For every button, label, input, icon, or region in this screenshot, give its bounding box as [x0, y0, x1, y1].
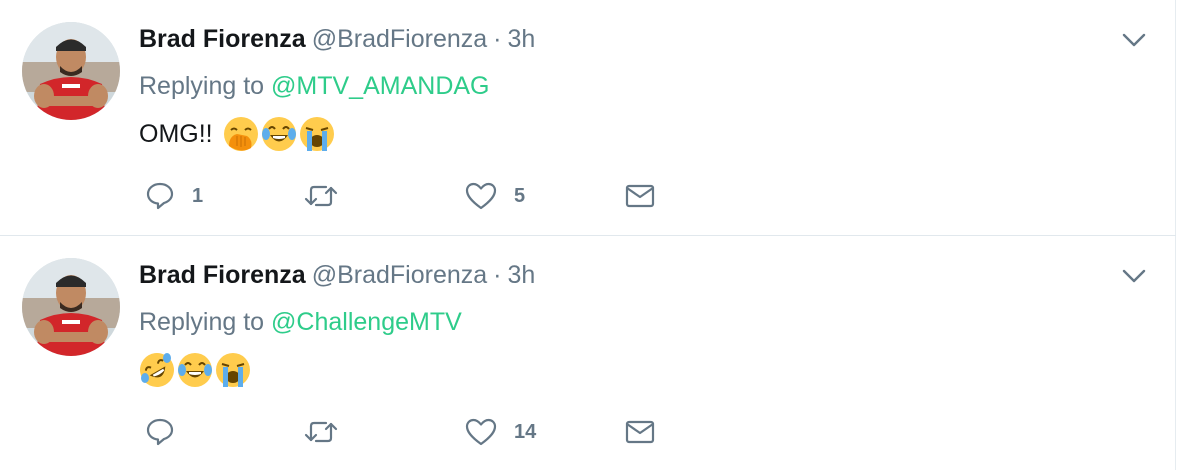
reply-button[interactable]	[144, 412, 192, 452]
timestamp[interactable]: 3h	[507, 25, 535, 53]
direct-message-button[interactable]	[624, 176, 656, 216]
rolling-laughing-emoji	[139, 352, 175, 388]
separator-dot: ·	[493, 25, 502, 53]
display-name[interactable]: Brad Fiorenza	[139, 261, 306, 289]
display-name[interactable]: Brad Fiorenza	[139, 25, 306, 53]
tweet-actions: 1 5	[0, 176, 700, 216]
avatar[interactable]	[22, 258, 120, 356]
replying-label: Replying to	[139, 72, 265, 100]
like-count: 14	[514, 420, 537, 443]
retweet-button[interactable]	[302, 412, 356, 452]
heart-icon	[464, 416, 498, 448]
replying-to-line: Replying to @MTV_AMANDAG	[139, 70, 490, 102]
replying-label: Replying to	[139, 308, 265, 336]
retweet-icon	[302, 180, 340, 212]
reply-icon	[144, 180, 176, 212]
tweet-text	[139, 350, 253, 390]
loudly-crying-emoji	[215, 352, 251, 388]
tweet-body: OMG!!	[139, 119, 213, 148]
reply-count: 1	[192, 184, 204, 207]
avatar[interactable]	[22, 22, 120, 120]
replying-to-line: Replying to @ChallengeMTV	[139, 306, 462, 338]
heart-icon	[464, 180, 498, 212]
chevron-down-icon[interactable]	[1120, 30, 1148, 50]
envelope-icon	[624, 416, 656, 448]
retweet-button[interactable]	[302, 176, 356, 216]
tweet-text: OMG!!	[139, 114, 337, 154]
timestamp[interactable]: 3h	[507, 261, 535, 289]
hand-over-mouth-emoji	[223, 116, 259, 152]
user-handle[interactable]: @BradFiorenza	[312, 261, 487, 289]
mention-link[interactable]: @MTV_AMANDAG	[271, 72, 489, 100]
mention-link[interactable]: @ChallengeMTV	[271, 308, 462, 336]
direct-message-button[interactable]	[624, 412, 656, 452]
reply-button[interactable]: 1	[144, 176, 203, 216]
tweet-actions: 14	[0, 412, 700, 452]
tears-of-joy-emoji	[261, 116, 297, 152]
reply-icon	[144, 416, 176, 448]
like-button[interactable]: 5	[464, 176, 525, 216]
separator-dot: ·	[493, 261, 502, 289]
tweet-timeline: Brad Fiorenza @BradFiorenza · 3h Replying t…	[0, 0, 1176, 471]
tweet-header: Brad Fiorenza @BradFiorenza · 3h	[139, 24, 535, 54]
loudly-crying-emoji	[299, 116, 335, 152]
user-handle[interactable]: @BradFiorenza	[312, 25, 487, 53]
retweet-icon	[302, 416, 340, 448]
like-count: 5	[514, 184, 526, 207]
envelope-icon	[624, 180, 656, 212]
tears-of-joy-emoji	[177, 352, 213, 388]
tweet-header: Brad Fiorenza @BradFiorenza · 3h	[139, 260, 535, 290]
tweet-item[interactable]: Brad Fiorenza @BradFiorenza · 3h Replying t…	[0, 236, 1175, 471]
tweet-item[interactable]: Brad Fiorenza @BradFiorenza · 3h Replying t…	[0, 0, 1175, 235]
like-button[interactable]: 14	[464, 412, 536, 452]
chevron-down-icon[interactable]	[1120, 266, 1148, 286]
